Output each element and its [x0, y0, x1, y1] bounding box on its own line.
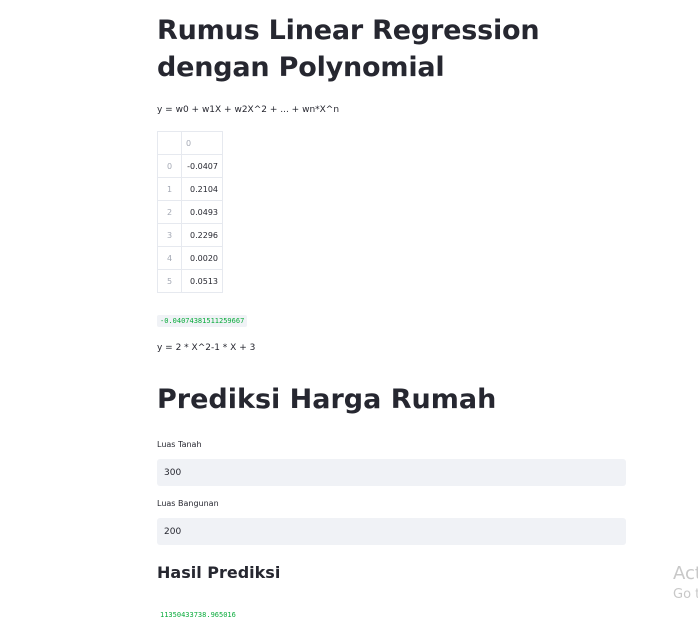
- row-index: 4: [157, 246, 182, 270]
- watermark-line1: Act: [673, 563, 698, 584]
- result-title: Hasil Prediksi: [157, 563, 281, 582]
- luas-bangunan-label: Luas Bangunan: [157, 499, 219, 508]
- cell-value: 0.0493: [181, 200, 223, 224]
- row-index: 0: [157, 154, 182, 178]
- table-row: 1 0.2104: [157, 177, 223, 201]
- page-title: Rumus Linear Regression dengan Polynomia…: [157, 15, 540, 83]
- section-title: Prediksi Harga Rumah: [157, 384, 497, 415]
- prediction-result-value: 11350433738.965016: [157, 609, 239, 621]
- index-header: [157, 131, 182, 155]
- table-header-row: 0: [157, 131, 223, 155]
- row-index: 1: [157, 177, 182, 201]
- cell-value: 0.0513: [181, 269, 223, 293]
- table-row: 0 -0.0407: [157, 154, 223, 178]
- table-row: 3 0.2296: [157, 223, 223, 247]
- cell-value: 0.2104: [181, 177, 223, 201]
- example-formula-text: y = 2 * X^2-1 * X + 3: [157, 343, 256, 353]
- coefficient-dataframe: 0 0 -0.0407 1 0.2104 2 0.0493 3 0.2296 4…: [157, 131, 223, 293]
- luas-tanah-label: Luas Tanah: [157, 440, 202, 449]
- column-header[interactable]: 0: [181, 131, 223, 155]
- table-row: 5 0.0513: [157, 269, 223, 293]
- luas-tanah-input[interactable]: [157, 459, 626, 486]
- table-row: 2 0.0493: [157, 200, 223, 224]
- table-row: 4 0.0020: [157, 246, 223, 270]
- cell-value: 0.2296: [181, 223, 223, 247]
- intercept-value: -0.04074381511259667: [157, 315, 248, 327]
- row-index: 2: [157, 200, 182, 224]
- cell-value: -0.0407: [181, 154, 223, 178]
- row-index: 3: [157, 223, 182, 247]
- cell-value: 0.0020: [181, 246, 223, 270]
- polynomial-formula-text: y = w0 + w1X + w2X^2 + ... + wn*X^n: [157, 105, 340, 115]
- luas-bangunan-input[interactable]: [157, 518, 626, 545]
- activation-watermark: Act Go t: [673, 563, 698, 605]
- row-index: 5: [157, 269, 182, 293]
- watermark-line2: Go t: [673, 587, 698, 602]
